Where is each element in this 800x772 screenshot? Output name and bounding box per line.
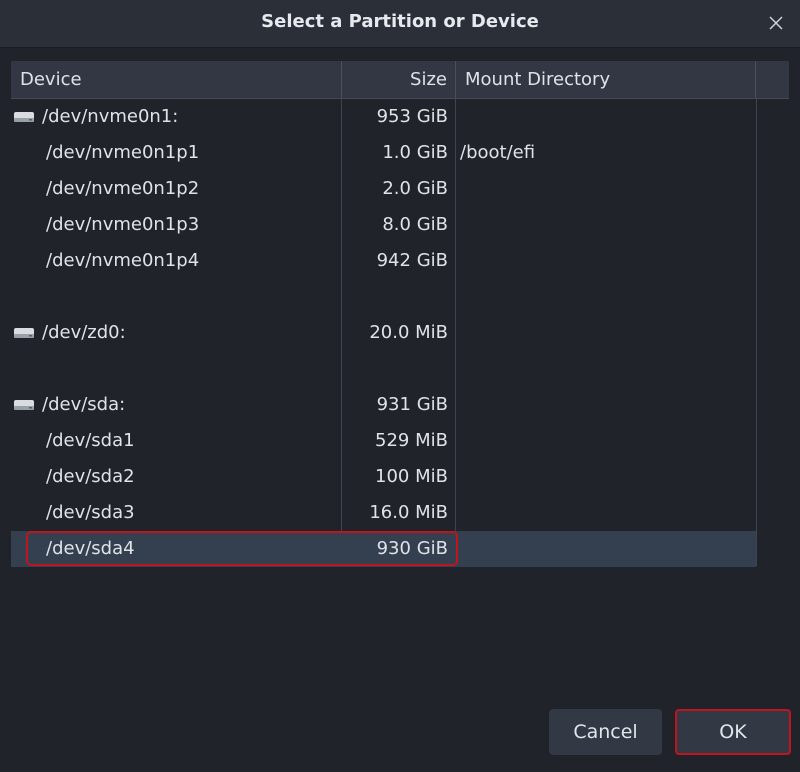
close-button[interactable]: [764, 11, 788, 35]
device-name: /dev/nvme0n1p1: [46, 142, 200, 163]
device-name: /dev/sda2: [46, 466, 135, 487]
size-cell: 942 GiB: [376, 250, 448, 271]
size-cell: 100 MiB: [375, 466, 448, 487]
device-cell: /dev/nvme0n1p4: [11, 243, 342, 279]
device-cell: /dev/nvme0n1:: [11, 99, 342, 135]
mount-directory-cell: [456, 423, 756, 459]
device-name: /dev/nvme0n1:: [42, 106, 179, 127]
column-header-device[interactable]: Device: [11, 61, 342, 98]
size-cell: 16.0 MiB: [369, 502, 448, 523]
table-row-disk[interactable]: /dev/zd0: 20.0 MiB: [11, 315, 756, 351]
size-cell: 1.0 GiB: [382, 142, 448, 163]
device-cell: /dev/sda4: [11, 531, 342, 567]
column-header-size[interactable]: Size: [342, 61, 456, 98]
table-header: Device Size Mount Directory: [11, 61, 789, 99]
column-header-filler: [756, 61, 789, 98]
size-cell: 529 MiB: [375, 430, 448, 451]
device-name: /dev/nvme0n1p4: [46, 250, 200, 271]
size-cell: 2.0 GiB: [382, 178, 448, 199]
table-row-disk[interactable]: /dev/sda: 931 GiB: [11, 387, 756, 423]
table-row-partition[interactable]: /dev/sda1 529 MiB: [11, 423, 756, 459]
device-name: /dev/nvme0n1p3: [46, 214, 200, 235]
table-row-disk[interactable]: /dev/nvme0n1: 953 GiB: [11, 99, 756, 135]
table-row-partition[interactable]: /dev/nvme0n1p4 942 GiB: [11, 243, 756, 279]
size-cell: 8.0 GiB: [382, 214, 448, 235]
device-cell: /dev/sda1: [11, 423, 342, 459]
cancel-button[interactable]: Cancel: [549, 709, 662, 755]
partition-select-dialog: Select a Partition or Device Device Size…: [0, 0, 800, 772]
mount-directory-cell: [456, 99, 756, 135]
device-cell: /dev/sda3: [11, 495, 342, 531]
device-name: /dev/sda3: [46, 502, 135, 523]
ok-button[interactable]: OK: [675, 709, 791, 755]
device-table: Device Size Mount Directory /dev/nvme0n1…: [11, 61, 789, 567]
column-divider: [756, 99, 757, 566]
size-cell: 930 GiB: [376, 538, 448, 559]
device-name: /dev/zd0:: [42, 322, 126, 343]
table-row-partition[interactable]: /dev/nvme0n1p2 2.0 GiB: [11, 171, 756, 207]
table-row-partition[interactable]: /dev/sda3 16.0 MiB: [11, 495, 756, 531]
table-row-partition[interactable]: /dev/sda4 930 GiB: [11, 531, 756, 567]
device-name: /dev/sda1: [46, 430, 135, 451]
device-cell: /dev/nvme0n1p3: [11, 207, 342, 243]
device-cell: /dev/nvme0n1p1: [11, 135, 342, 171]
mount-directory-cell: [456, 459, 756, 495]
device-cell: /dev/sda:: [11, 387, 342, 423]
device-cell: /dev/zd0:: [11, 315, 342, 351]
hard-disk-icon: [14, 328, 34, 338]
device-name: /dev/nvme0n1p2: [46, 178, 200, 199]
mount-directory-cell: [456, 315, 756, 351]
table-body: /dev/nvme0n1: 953 GiB/dev/nvme0n1p1 1.0 Gi…: [11, 99, 789, 567]
mount-directory-cell: [456, 531, 756, 567]
device-cell: /dev/nvme0n1p2: [11, 171, 342, 207]
column-header-mount-directory[interactable]: Mount Directory: [456, 61, 756, 98]
size-cell: 931 GiB: [376, 394, 448, 415]
mount-directory-cell: /boot/efi: [460, 142, 536, 163]
table-row-partition[interactable]: /dev/nvme0n1p1 1.0 GiB/boot/efi: [11, 135, 756, 171]
size-cell: 953 GiB: [376, 106, 448, 127]
mount-directory-cell: [456, 171, 756, 207]
table-row-partition[interactable]: /dev/sda2 100 MiB: [11, 459, 756, 495]
close-icon: [769, 16, 783, 30]
size-cell: 20.0 MiB: [369, 322, 448, 343]
mount-directory-cell: [456, 243, 756, 279]
dialog-title: Select a Partition or Device: [261, 11, 539, 32]
device-name: /dev/sda:: [42, 394, 126, 415]
hard-disk-icon: [14, 112, 34, 122]
table-row-partition[interactable]: /dev/nvme0n1p3 8.0 GiB: [11, 207, 756, 243]
mount-directory-cell: [456, 495, 756, 531]
hard-disk-icon: [14, 400, 34, 410]
mount-directory-cell: [456, 207, 756, 243]
device-cell: /dev/sda2: [11, 459, 342, 495]
title-bar: Select a Partition or Device: [0, 0, 800, 48]
mount-directory-cell: [456, 387, 756, 423]
device-name: /dev/sda4: [46, 538, 135, 559]
